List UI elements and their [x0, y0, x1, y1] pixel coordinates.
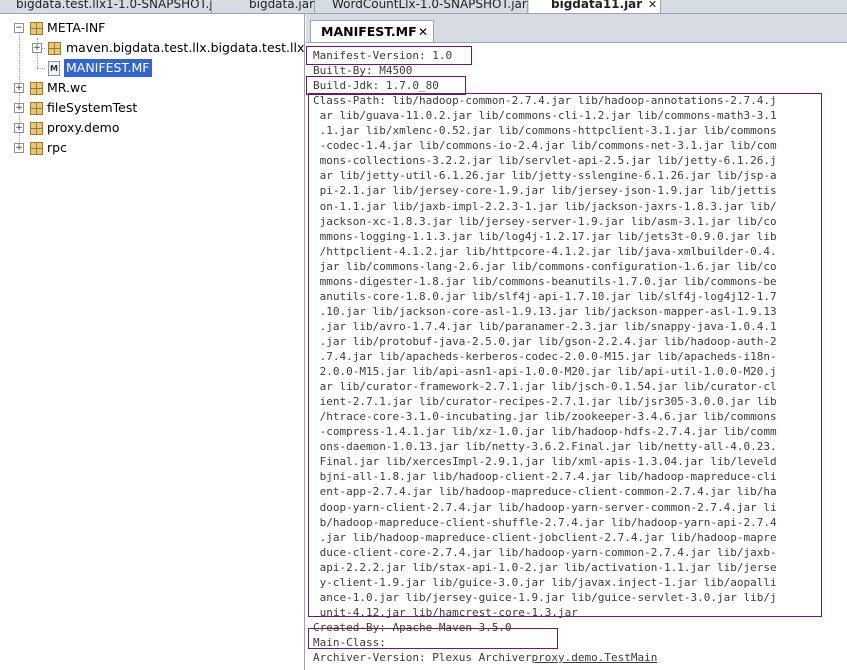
manifest-file-icon: M [48, 61, 60, 76]
editor-tab-label: MANIFEST.MF [321, 24, 417, 39]
tree-item-mr-wc[interactable]: + MR.wc [0, 79, 300, 97]
expand-icon[interactable]: + [14, 103, 24, 113]
tab-manifest-mf[interactable]: MANIFEST.MF ✕ [310, 20, 434, 42]
tab-bigdata11-jar-label: bigdata11.jar [551, 0, 643, 11]
tree-item-label: META-INF [47, 20, 106, 35]
close-icon[interactable]: ✕ [647, 0, 658, 10]
package-icon [48, 42, 61, 55]
main-class-highlight [308, 628, 558, 649]
tree-item-label: maven.bigdata.test.llx.bigdata.test.llx1 [66, 40, 313, 55]
expand-icon[interactable]: + [14, 123, 24, 133]
main-class-link[interactable]: proxy.demo.TestMain [532, 651, 658, 664]
tree-item-proxy-demo[interactable]: + proxy.demo [0, 119, 300, 137]
tab-bigdata11-jar[interactable]: bigdata11.jar ✕ [529, 0, 661, 13]
manifest-version-highlight [306, 46, 472, 65]
tree-item-manifest[interactable]: M MANIFEST.MF [0, 59, 300, 77]
tree-item-label: rpc [47, 140, 67, 155]
expand-icon[interactable]: + [32, 43, 42, 53]
class-path-highlight [308, 93, 822, 617]
tree-item-label: MR.wc [47, 80, 88, 95]
tree-item-label: fileSystemTest [47, 100, 138, 115]
package-icon [30, 122, 43, 135]
folder-package-icon [30, 22, 43, 35]
tab-bigdata-jar[interactable]: bigdata.jar [213, 0, 315, 13]
tree-item-rpc[interactable]: + rpc [0, 139, 300, 157]
expand-icon[interactable]: + [14, 143, 24, 153]
file-tree: − META-INF + maven.bigdata.test.llx.bigd… [0, 14, 312, 670]
tab-bigdata-test-llx1-jar[interactable]: bigdata.test.llx1-1.0-SNAPSHOT.jar [0, 0, 212, 13]
tree-item-meta-inf[interactable]: − META-INF [0, 19, 300, 37]
close-icon[interactable]: ✕ [418, 21, 428, 43]
expand-icon[interactable]: + [14, 83, 24, 93]
tree-item-label: MANIFEST.MF [64, 59, 152, 77]
collapse-icon[interactable]: − [14, 23, 24, 33]
editor-tab-bar: MANIFEST.MF ✕ [306, 14, 847, 43]
package-icon [30, 82, 43, 95]
package-icon [30, 102, 43, 115]
tab-wordcount-jar[interactable]: WordCountLlx-1.0-SNAPSHOT.jar [316, 0, 528, 13]
tree-item-filesystemtest[interactable]: + fileSystemTest [0, 99, 300, 117]
package-icon [30, 142, 43, 155]
tree-item-label: proxy.demo [47, 120, 120, 135]
manifest-editor[interactable]: Manifest-Version: 1.0 Built-By: M4500 Buil… [306, 43, 847, 670]
manifest-line: Archiver-Version: Plexus Archiverproxy.d… [313, 651, 658, 664]
top-tab-strip: bigdata.test.llx1-1.0-SNAPSHOT.jar bigda… [0, 0, 847, 14]
tree-item-maven-package[interactable]: + maven.bigdata.test.llx.bigdata.test.ll… [0, 39, 312, 57]
